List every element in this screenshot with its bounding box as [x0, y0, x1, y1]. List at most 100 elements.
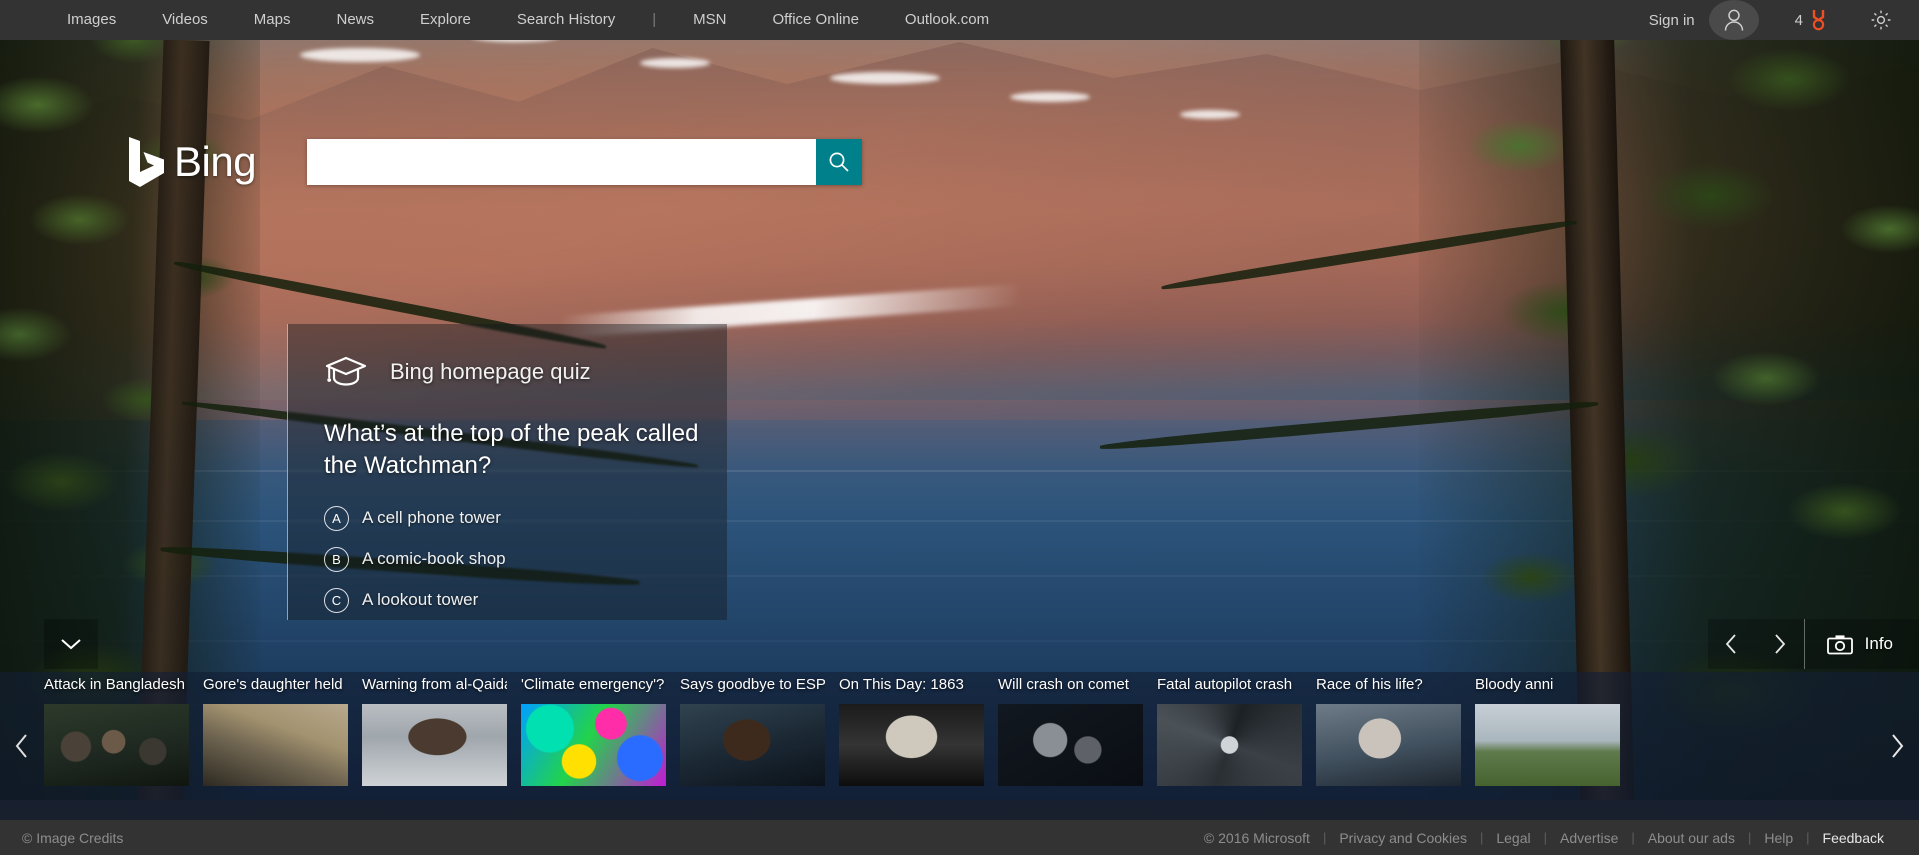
- footer-links-group: © 2016 Microsoft | Privacy and Cookies |…: [1191, 830, 1919, 846]
- news-headline: Warning from al-Qaida: [362, 676, 507, 693]
- rewards-count: 4: [1794, 11, 1803, 29]
- quiz-option-text: A cell phone tower: [362, 508, 501, 528]
- nav-item-office-online[interactable]: Office Online: [749, 0, 881, 40]
- hero-image-arrows: [1707, 619, 1804, 669]
- news-item[interactable]: Attack in Bangladesh: [44, 672, 189, 820]
- news-item[interactable]: Gore's daughter held: [203, 672, 348, 820]
- footer-legal[interactable]: Legal: [1483, 830, 1543, 846]
- graduation-cap-icon: [325, 356, 367, 386]
- news-thumbnail[interactable]: [44, 704, 189, 786]
- gear-icon: [1871, 10, 1891, 30]
- footer-feedback[interactable]: Feedback: [1810, 830, 1897, 846]
- bing-logo-link[interactable]: Bing: [126, 136, 276, 188]
- news-thumbnail[interactable]: [998, 704, 1143, 786]
- search-box: [307, 139, 862, 185]
- news-thumbnail[interactable]: [1475, 704, 1620, 786]
- news-item[interactable]: Fatal autopilot crash: [1157, 672, 1302, 820]
- quiz-option-b[interactable]: B A comic-book shop: [324, 546, 701, 572]
- nav-account-group: Sign in 4: [1649, 0, 1919, 40]
- news-headline: Bloody anni: [1475, 676, 1554, 693]
- hero-image-controls: Info: [1707, 619, 1919, 669]
- news-headline: On This Day: 1863: [839, 676, 964, 693]
- nav-separator: |: [652, 11, 657, 28]
- nav-item-news[interactable]: News: [313, 0, 397, 40]
- search-submit-button[interactable]: [816, 139, 862, 185]
- nav-links-group: Images Videos Maps News Explore Search H…: [0, 0, 1012, 40]
- news-items-track: Attack in Bangladesh Gore's daughter hel…: [0, 672, 1919, 820]
- top-navigation-bar: Images Videos Maps News Explore Search H…: [0, 0, 1919, 40]
- bing-homepage: Images Videos Maps News Explore Search H…: [0, 0, 1919, 855]
- footer-help[interactable]: Help: [1751, 830, 1806, 846]
- nav-item-search-history[interactable]: Search History: [494, 0, 638, 40]
- next-image-button[interactable]: [1756, 619, 1804, 669]
- scroll-down-button[interactable]: [44, 619, 98, 669]
- quiz-title: Bing homepage quiz: [390, 359, 591, 384]
- news-headline: Race of his life?: [1316, 676, 1423, 693]
- news-strip: Attack in Bangladesh Gore's daughter hel…: [0, 672, 1919, 820]
- news-item[interactable]: 'Climate emergency'?: [521, 672, 666, 820]
- camera-icon: [1826, 634, 1853, 654]
- news-item[interactable]: Will crash on comet: [998, 672, 1143, 820]
- footer-advertise[interactable]: Advertise: [1547, 830, 1631, 846]
- bing-b-logo-icon: [129, 137, 164, 187]
- quiz-option-c[interactable]: C A lookout tower: [324, 587, 701, 613]
- news-headline: 'Climate emergency'?: [521, 676, 665, 693]
- chevron-left-icon: [1725, 634, 1736, 654]
- news-item[interactable]: Says goodbye to ESPN: [680, 672, 825, 820]
- quiz-option-letter: C: [324, 587, 349, 613]
- footer-bar: © Image Credits © 2016 Microsoft | Priva…: [0, 820, 1919, 855]
- quiz-option-text: A comic-book shop: [362, 549, 506, 569]
- news-scroll-left-button[interactable]: [0, 672, 44, 820]
- search-input[interactable]: [307, 139, 816, 185]
- news-item[interactable]: Race of his life?: [1316, 672, 1461, 820]
- snow-patch: [830, 72, 940, 84]
- quiz-option-a[interactable]: A A cell phone tower: [324, 505, 701, 531]
- news-item[interactable]: On This Day: 1863: [839, 672, 984, 820]
- bing-homepage-quiz-card[interactable]: Bing homepage quiz What’s at the top of …: [287, 324, 727, 620]
- news-thumbnail[interactable]: [362, 704, 507, 786]
- news-item[interactable]: Warning from al-Qaida: [362, 672, 507, 820]
- user-avatar-button[interactable]: [1708, 0, 1759, 40]
- bing-wordmark: Bing: [174, 138, 257, 185]
- footer-about-our-ads[interactable]: About our ads: [1635, 830, 1748, 846]
- image-info-label: Info: [1864, 634, 1893, 653]
- search-area: Bing: [126, 136, 862, 188]
- image-credits-link[interactable]: © Image Credits: [0, 830, 123, 846]
- rewards-button[interactable]: 4: [1759, 9, 1847, 31]
- search-magnifier-icon: [829, 152, 849, 172]
- settings-button[interactable]: [1861, 0, 1901, 40]
- news-thumbnail[interactable]: [1157, 704, 1302, 786]
- user-avatar-icon: [1724, 9, 1743, 31]
- quiz-header: Bing homepage quiz: [324, 354, 701, 390]
- chevron-left-icon: [15, 734, 27, 758]
- nav-item-explore[interactable]: Explore: [397, 0, 494, 40]
- previous-image-button[interactable]: [1708, 619, 1756, 669]
- quiz-question: What’s at the top of the peak called the…: [324, 420, 699, 479]
- news-headline: Says goodbye to ESPN: [680, 676, 825, 693]
- news-thumbnail[interactable]: [680, 704, 825, 786]
- snow-patch: [1010, 92, 1090, 102]
- chevron-right-icon: [1892, 734, 1904, 758]
- news-headline: Attack in Bangladesh: [44, 676, 185, 693]
- rewards-medal-icon: [1812, 10, 1825, 31]
- snow-patch: [1180, 110, 1240, 119]
- quiz-option-text: A lookout tower: [362, 590, 479, 610]
- nav-item-videos[interactable]: Videos: [139, 0, 231, 40]
- nav-item-maps[interactable]: Maps: [231, 0, 314, 40]
- chevron-right-icon: [1775, 634, 1786, 654]
- nav-item-images[interactable]: Images: [44, 0, 139, 40]
- nav-item-msn[interactable]: MSN: [670, 0, 749, 40]
- snow-patch: [300, 48, 420, 62]
- news-scroll-right-button[interactable]: [1875, 672, 1919, 820]
- image-info-button[interactable]: Info: [1804, 619, 1919, 669]
- news-thumbnail[interactable]: [203, 704, 348, 786]
- sign-in-link[interactable]: Sign in: [1649, 12, 1709, 29]
- news-thumbnail[interactable]: [1316, 704, 1461, 786]
- news-thumbnail[interactable]: [521, 704, 666, 786]
- news-item[interactable]: Bloody anni: [1475, 672, 1620, 820]
- nav-item-outlook[interactable]: Outlook.com: [882, 0, 1012, 40]
- news-thumbnail[interactable]: [839, 704, 984, 786]
- news-headline: Fatal autopilot crash: [1157, 676, 1293, 693]
- footer-privacy[interactable]: Privacy and Cookies: [1326, 830, 1480, 846]
- quiz-option-letter: A: [324, 505, 349, 531]
